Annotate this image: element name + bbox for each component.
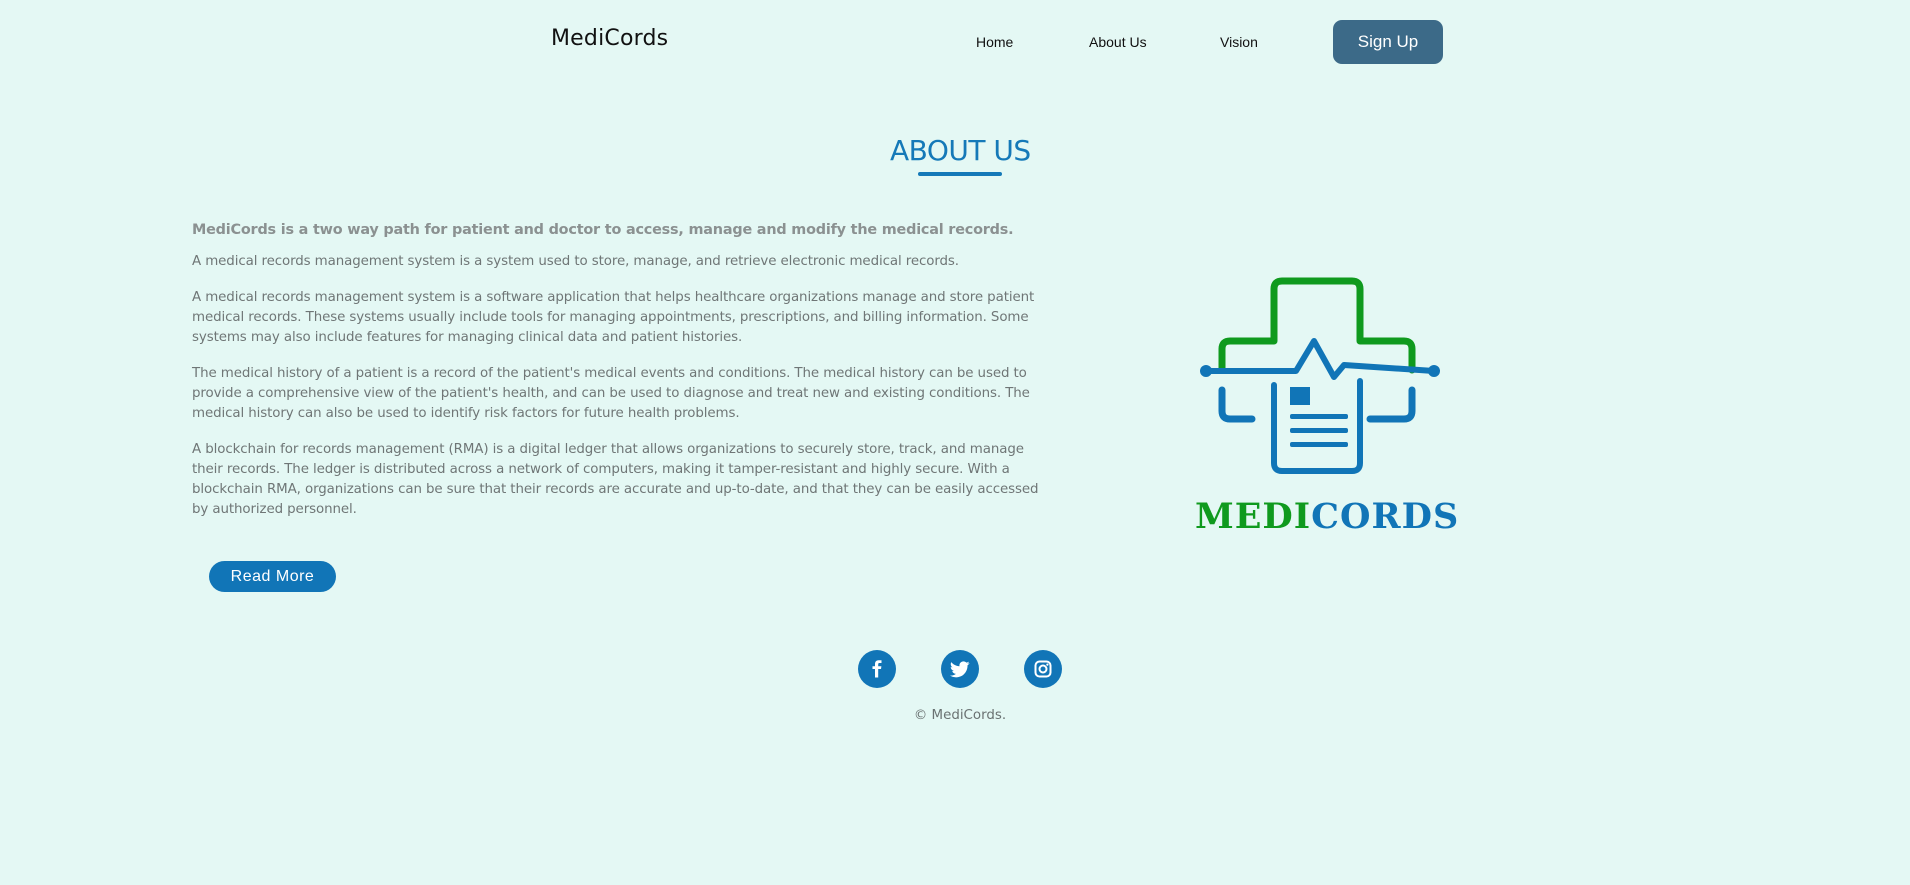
title-underline bbox=[918, 172, 1002, 176]
section-title: ABOUT US bbox=[890, 134, 1031, 167]
twitter-glyph bbox=[950, 660, 970, 677]
sign-up-button[interactable]: Sign Up bbox=[1333, 20, 1443, 64]
about-paragraph-1: A medical records management system is a… bbox=[192, 254, 959, 269]
section-title-wrap: ABOUT US bbox=[890, 134, 1031, 167]
about-lead: MediCords is a two way path for patient … bbox=[192, 222, 1014, 238]
about-paragraph-2: A medical records management system is a… bbox=[192, 290, 1035, 345]
read-more-button[interactable]: Read More bbox=[209, 561, 336, 592]
about-paragraph-3: The medical history of a patient is a re… bbox=[192, 366, 1030, 421]
about-content: MediCords is a two way path for patient … bbox=[192, 220, 1052, 536]
logo-word-cords: CORDS bbox=[1311, 496, 1460, 537]
brand-logo-text[interactable]: MediCords bbox=[551, 26, 668, 51]
logo-wordmark: MEDICORDS bbox=[1195, 496, 1459, 537]
nav-about-us[interactable]: About Us bbox=[1089, 34, 1147, 50]
about-paragraph-4: A blockchain for records management (RMA… bbox=[192, 442, 1039, 517]
facebook-icon[interactable] bbox=[858, 650, 896, 688]
twitter-icon[interactable] bbox=[941, 650, 979, 688]
nav-home[interactable]: Home bbox=[976, 34, 1013, 50]
instagram-icon[interactable] bbox=[1024, 650, 1062, 688]
logo-word-medi: MEDI bbox=[1195, 496, 1312, 537]
footer-copyright: © MediCords. bbox=[913, 708, 1007, 723]
nav-vision[interactable]: Vision bbox=[1220, 34, 1258, 50]
facebook-glyph bbox=[872, 660, 882, 678]
instagram-glyph bbox=[1034, 660, 1052, 678]
